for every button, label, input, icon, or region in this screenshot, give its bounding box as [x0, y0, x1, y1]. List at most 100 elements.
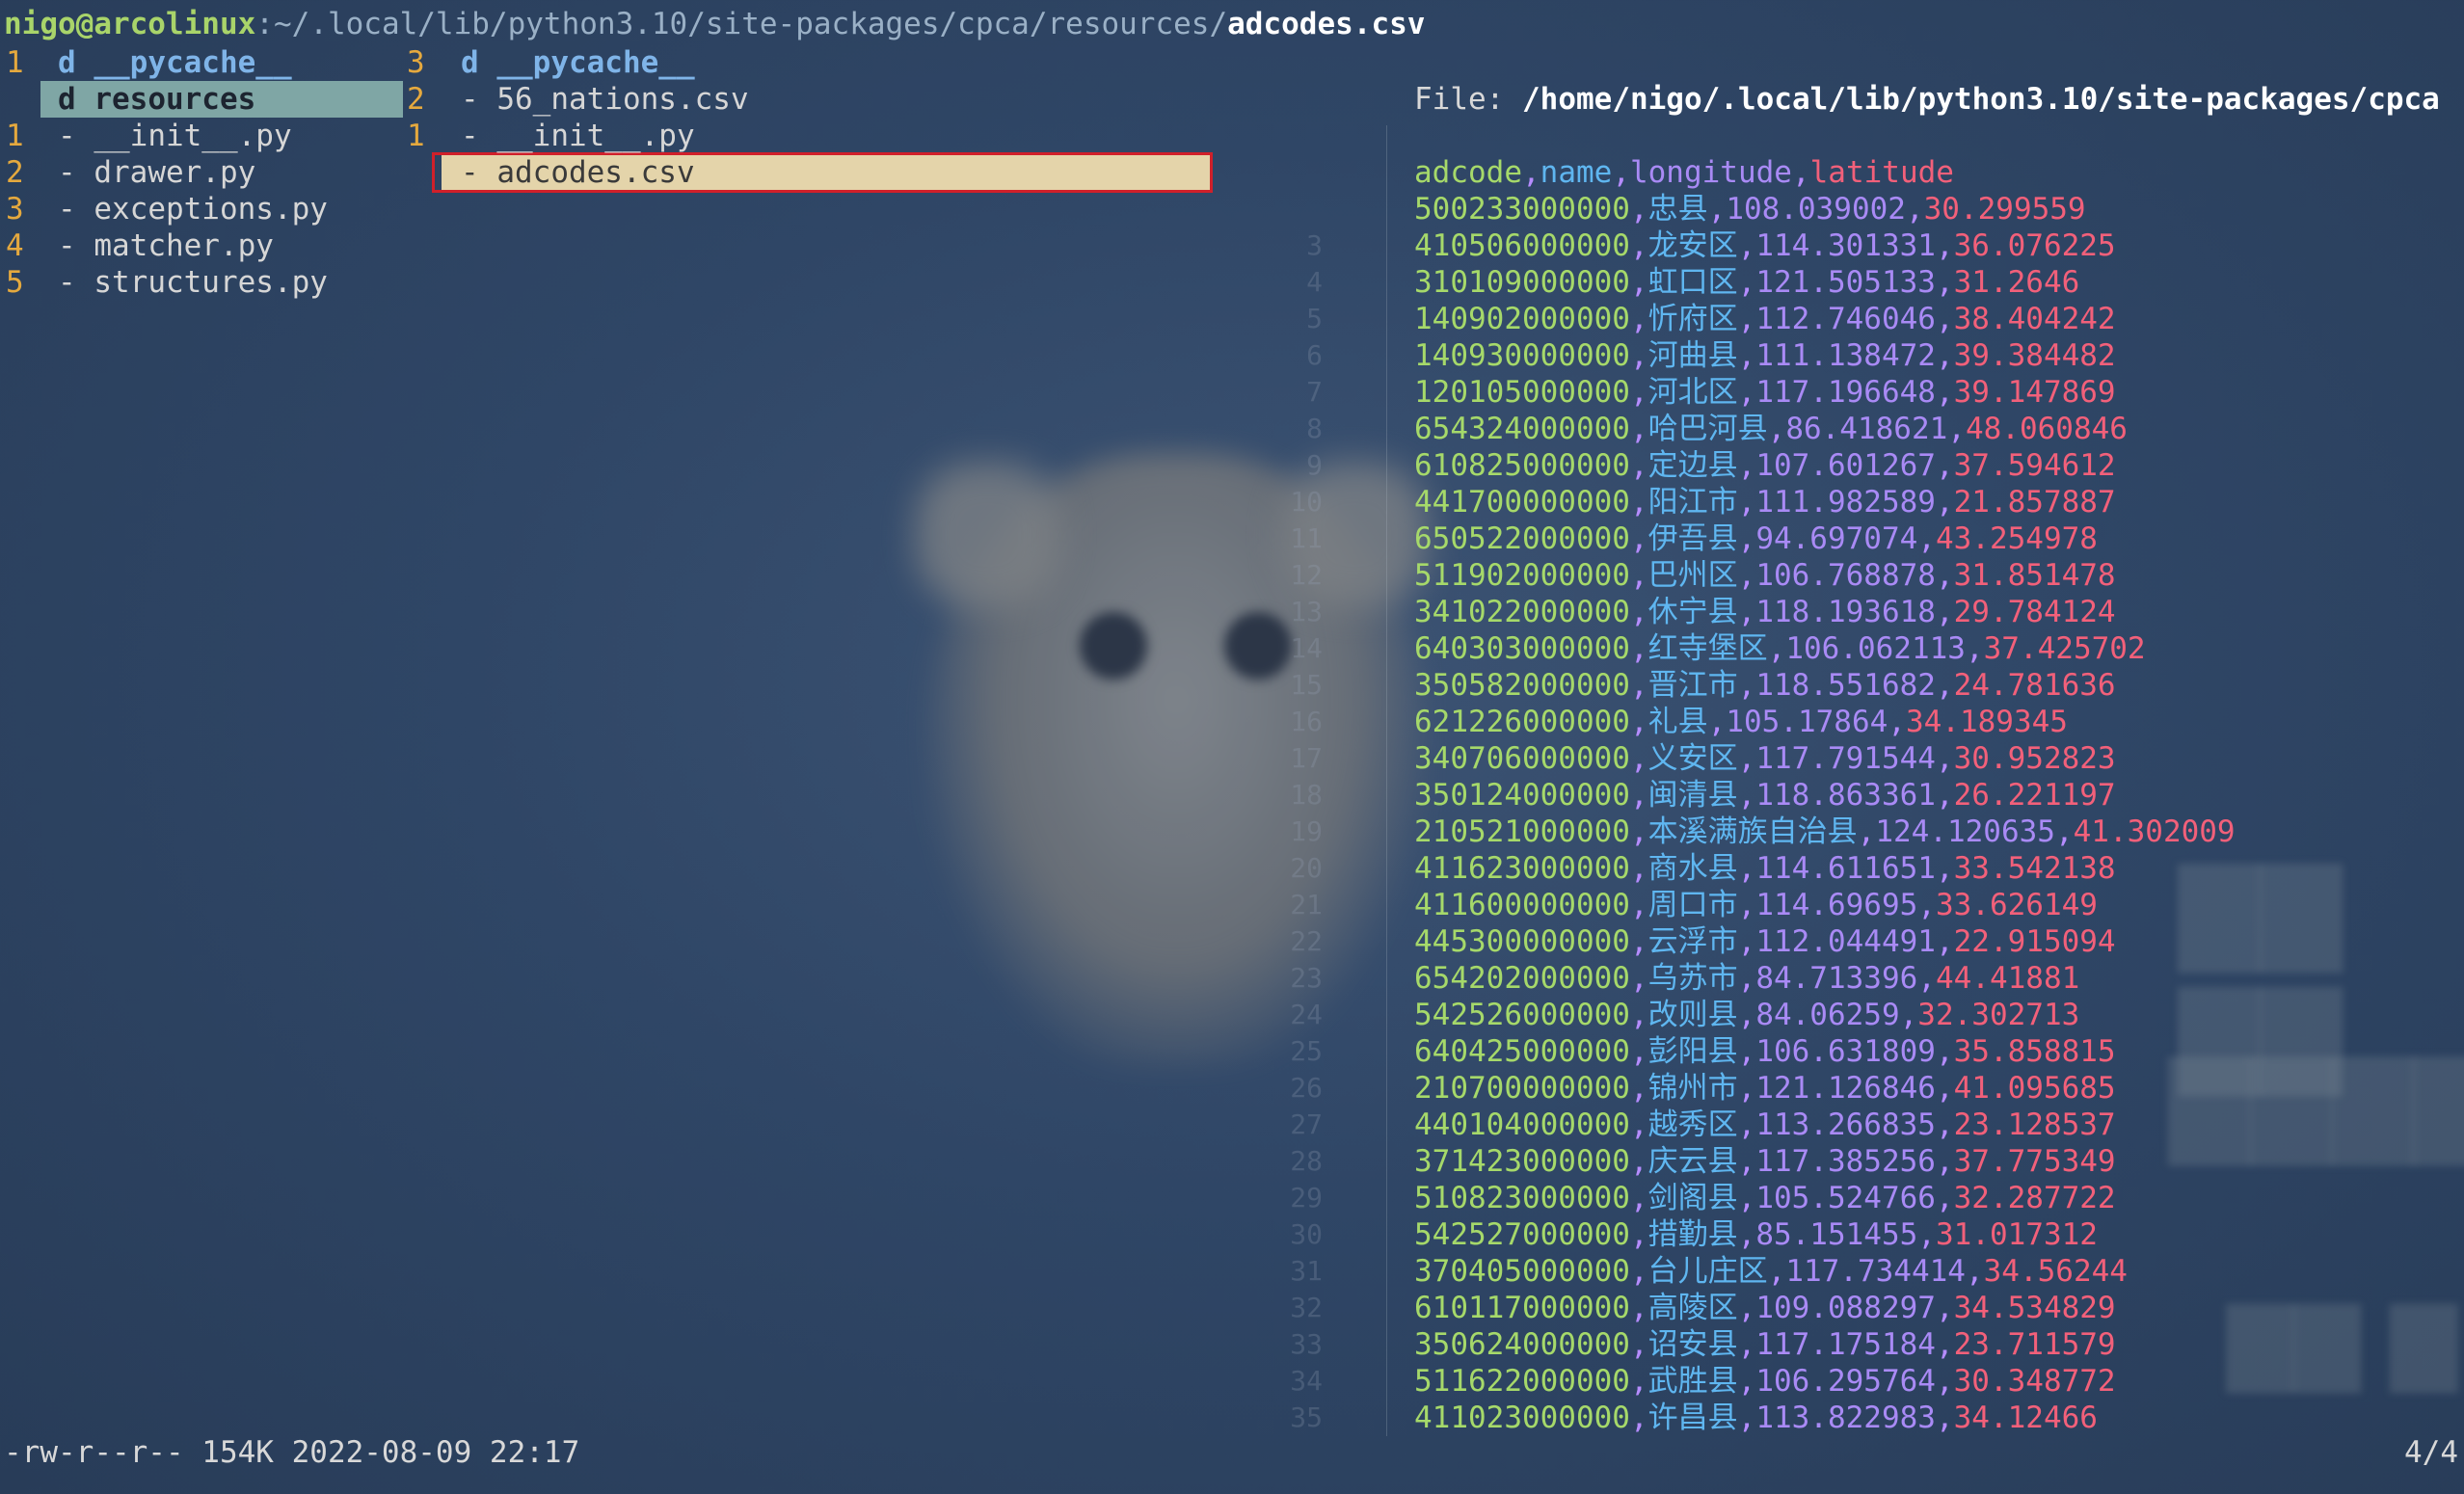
csv-cell: 640425000000: [1414, 1034, 1630, 1069]
csv-cell: 河曲县: [1647, 338, 1738, 373]
parent-column-item[interactable]: - exceptions.py: [58, 191, 328, 227]
csv-cell: 忠县: [1647, 192, 1708, 227]
csv-cell: 121.126846: [1755, 1071, 1936, 1106]
csv-comma: ,: [1737, 485, 1756, 520]
csv-comma: ,: [2054, 814, 2074, 849]
csv-comma: ,: [1965, 1254, 1984, 1289]
csv-cell: 哈巴河县: [1647, 412, 1768, 446]
csv-cell: 310109000000: [1414, 265, 1630, 300]
csv-cell: 诏安县: [1647, 1327, 1738, 1362]
csv-cell: 34.56244: [1983, 1254, 2128, 1289]
preview-line-number: 15: [1290, 669, 1323, 701]
current-column-item[interactable]: d __pycache__: [461, 44, 695, 81]
csv-cell: 108.039002: [1726, 192, 1906, 227]
csv-comma: ,: [1767, 412, 1786, 446]
csv-row: 654202000000,乌苏市,84.713396,44.41881: [1414, 960, 2079, 997]
csv-comma: ,: [1935, 1364, 1954, 1399]
preview-line-number: 19: [1290, 815, 1323, 847]
csv-cell: 107.601267: [1755, 448, 1936, 483]
current-column-item-number: 1: [407, 119, 425, 153]
csv-comma: ,: [1629, 814, 1648, 849]
csv-cell: 117.791544: [1755, 741, 1936, 776]
parent-column-item[interactable]: - matcher.py: [58, 227, 274, 264]
csv-cell: 105.524766: [1755, 1181, 1936, 1215]
parent-column-item[interactable]: - structures.py: [58, 264, 328, 301]
current-column-item-number: 2: [407, 82, 425, 117]
preview-line-number: 9: [1306, 449, 1323, 481]
csv-comma: ,: [1935, 1144, 1954, 1179]
csv-cell: 610117000000: [1414, 1291, 1630, 1325]
parent-column-item-number: 4: [6, 228, 24, 263]
preview-line-number: 34: [1290, 1365, 1323, 1397]
preview-line-number: 30: [1290, 1218, 1323, 1250]
current-column-item[interactable]: - 56_nations.csv: [461, 81, 749, 118]
csv-cell: 34.534829: [1953, 1291, 2116, 1325]
csv-comma: ,: [1737, 521, 1756, 556]
csv-comma: ,: [1935, 485, 1954, 520]
csv-comma: ,: [1629, 961, 1648, 996]
csv-cell: 许昌县: [1647, 1401, 1738, 1435]
csv-comma: ,: [1899, 998, 1918, 1032]
csv-comma: ,: [1629, 521, 1648, 556]
csv-cell: 乌苏市: [1647, 961, 1738, 996]
csv-comma: ,: [1737, 998, 1756, 1032]
csv-cell: 500233000000: [1414, 192, 1630, 227]
csv-cell: 定边县: [1647, 448, 1738, 483]
csv-comma: ,: [1737, 228, 1756, 263]
csv-cell: 114.611651: [1755, 851, 1936, 886]
csv-comma: ,: [1629, 558, 1648, 593]
csv-row: 500233000000,忠县,108.039002,30.299559: [1414, 191, 2086, 227]
csv-comma: ,: [1629, 1144, 1648, 1179]
csv-cell: 30.299559: [1923, 192, 2086, 227]
csv-row: 542527000000,措勤县,85.151455,31.017312: [1414, 1216, 2098, 1253]
csv-comma: ,: [1737, 375, 1756, 410]
csv-cell: 610825000000: [1414, 448, 1630, 483]
csv-cell: 111.138472: [1755, 338, 1936, 373]
parent-column-item-number: 3: [6, 192, 24, 227]
csv-cell: 34.189345: [1905, 705, 2068, 739]
preview-line-number: 27: [1290, 1108, 1323, 1140]
csv-comma: ,: [1935, 375, 1954, 410]
csv-cell: 23.711579: [1953, 1327, 2116, 1362]
csv-cell: 350582000000: [1414, 668, 1630, 703]
csv-comma: ,: [1629, 631, 1648, 666]
csv-cell: 23.128537: [1953, 1107, 2116, 1142]
preview-line-number: 16: [1290, 706, 1323, 737]
parent-column-item[interactable]: d __pycache__: [58, 44, 292, 81]
csv-comma: ,: [1629, 265, 1648, 300]
title-user-host: nigo@arcolinux: [4, 7, 256, 41]
csv-cell: 35.858815: [1953, 1034, 2116, 1069]
csv-comma: ,: [1629, 998, 1648, 1032]
csv-cell: 654202000000: [1414, 961, 1630, 996]
csv-row: 120105000000,河北区,117.196648,39.147869: [1414, 374, 2116, 411]
csv-comma: ,: [1917, 888, 1936, 922]
csv-cell: 109.088297: [1755, 1291, 1936, 1325]
csv-comma: ,: [1935, 1034, 1954, 1069]
csv-comma: ,: [1935, 1071, 1954, 1106]
csv-cell: 锦州市: [1647, 1071, 1738, 1106]
parent-column-item[interactable]: - __init__.py: [58, 118, 292, 154]
csv-comma: ,: [1737, 448, 1756, 483]
preview-line-number: 12: [1290, 559, 1323, 591]
preview-line-number: 7: [1306, 376, 1323, 408]
parent-column-item-number: 1: [6, 45, 24, 80]
preview-line-number: 26: [1290, 1072, 1323, 1104]
parent-column-item[interactable]: - drawer.py: [58, 154, 255, 191]
csv-comma: ,: [1737, 888, 1756, 922]
preview-line-number: 31: [1290, 1255, 1323, 1287]
csv-cell: 39.384482: [1953, 338, 2116, 373]
current-column-item[interactable]: - __init__.py: [461, 118, 695, 154]
csv-comma: ,: [1737, 595, 1756, 629]
status-file-info: -rw-r--r-- 154K 2022-08-09 22:17: [4, 1435, 580, 1470]
status-pager: 4/4: [2404, 1435, 2458, 1470]
current-column-item[interactable]: - adcodes.csv: [461, 154, 695, 191]
csv-comma: ,: [1707, 192, 1727, 227]
csv-comma: ,: [1791, 155, 1810, 190]
csv-row: 511622000000,武胜县,106.295764,30.348772: [1414, 1363, 2116, 1400]
csv-cell: 周口市: [1647, 888, 1738, 922]
csv-row: 140930000000,河曲县,111.138472,39.384482: [1414, 337, 2116, 374]
csv-row: 610117000000,高陵区,109.088297,34.534829: [1414, 1290, 2116, 1326]
csv-cell: 33.626149: [1935, 888, 2098, 922]
csv-cell: 340706000000: [1414, 741, 1630, 776]
parent-column-item[interactable]: d resources: [58, 81, 255, 118]
